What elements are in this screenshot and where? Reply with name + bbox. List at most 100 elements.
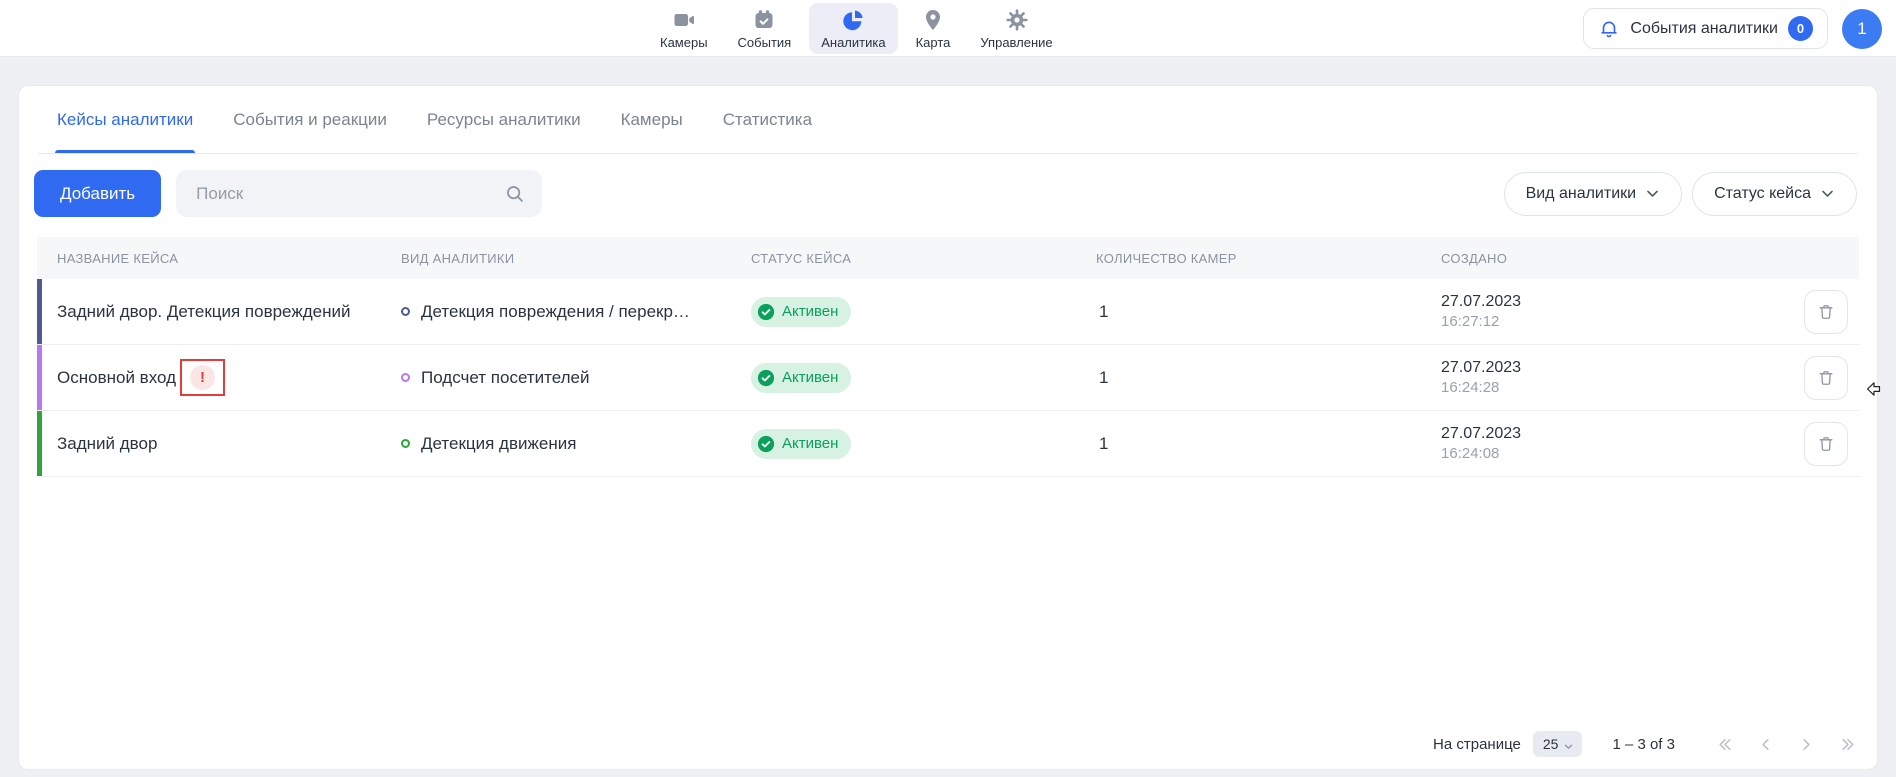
cases-table: НАЗВАНИЕ КЕЙСА ВИД АНАЛИТИКИ СТАТУС КЕЙС…: [37, 237, 1859, 477]
pager-buttons: [1715, 735, 1857, 754]
created-date: 27.07.2023: [1441, 291, 1761, 312]
status-label: Активен: [782, 369, 838, 386]
case-color-bar: [37, 345, 42, 410]
case-color-bar: [37, 279, 42, 344]
created-time: 16:27:12: [1441, 312, 1761, 332]
camera-icon: [672, 8, 696, 32]
tab-cameras[interactable]: Камеры: [621, 110, 683, 153]
tab-analytics-resources[interactable]: Ресурсы аналитики: [427, 110, 581, 153]
check-circle-icon: [757, 369, 775, 387]
check-circle-icon: [757, 303, 775, 321]
search-input[interactable]: [176, 170, 542, 217]
check-circle-icon: [757, 435, 775, 453]
status-badge: Активен: [751, 363, 851, 393]
camera-count: 1: [1099, 368, 1108, 387]
per-page-select[interactable]: 25: [1533, 731, 1583, 757]
events-button-label: События аналитики: [1630, 20, 1778, 38]
trash-icon: [1816, 434, 1836, 454]
case-alert-highlight: !: [180, 359, 225, 396]
mouse-cursor: [1866, 381, 1881, 402]
per-page-value: 25: [1543, 736, 1559, 752]
status-badge: Активен: [751, 297, 851, 327]
pie-chart-icon: [841, 8, 865, 32]
status-badge: Активен: [751, 429, 851, 459]
chevron-down-icon: [1820, 186, 1835, 201]
bell-icon: [1598, 18, 1620, 40]
delete-button[interactable]: [1804, 290, 1848, 334]
nav-label: События: [738, 35, 792, 50]
add-button[interactable]: Добавить: [34, 170, 161, 217]
filter-label: Вид аналитики: [1526, 185, 1637, 203]
col-header-case-name: НАЗВАНИЕ КЕЙСА: [37, 251, 401, 266]
delete-button[interactable]: [1804, 356, 1848, 400]
chevron-down-icon: [1645, 186, 1660, 201]
topbar: Камеры События Аналитика Карта: [0, 0, 1896, 57]
calendar-check-icon: [752, 8, 776, 32]
analytics-type-icon: [401, 307, 410, 316]
created-date: 27.07.2023: [1441, 423, 1761, 444]
events-count-badge: 0: [1788, 16, 1813, 41]
analytics-events-button[interactable]: События аналитики 0: [1583, 8, 1828, 49]
camera-count: 1: [1099, 434, 1108, 453]
trash-icon: [1816, 368, 1836, 388]
analytics-type: Детекция повреждения / перекр…: [421, 302, 690, 322]
tab-analytics-cases[interactable]: Кейсы аналитики: [57, 110, 193, 153]
content-card: Кейсы аналитики События и реакции Ресурс…: [18, 85, 1878, 770]
analytics-type-icon: [401, 439, 410, 448]
topbar-right: События аналитики 0 1: [1583, 8, 1882, 49]
case-name: Задний двор. Детекция повреждений: [57, 302, 350, 322]
filter-analytics-type[interactable]: Вид аналитики: [1504, 172, 1683, 216]
per-page-label: На странице: [1433, 736, 1521, 753]
delete-button[interactable]: [1804, 422, 1848, 466]
gear-icon: [1005, 8, 1029, 32]
case-name: Задний двор: [57, 434, 157, 454]
main-nav: Камеры События Аналитика Карта: [648, 0, 1065, 57]
camera-count: 1: [1099, 302, 1108, 321]
nav-label: Карта: [916, 35, 951, 50]
map-pin-icon: [921, 8, 945, 32]
nav-item-analytics[interactable]: Аналитика: [809, 3, 897, 54]
nav-item-management[interactable]: Управление: [968, 3, 1064, 54]
nav-item-map[interactable]: Карта: [904, 3, 963, 54]
table-row[interactable]: Задний двор. Детекция повреждений ! Дете…: [37, 279, 1859, 345]
nav-item-events[interactable]: События: [726, 3, 804, 54]
col-header-case-status: СТАТУС КЕЙСА: [751, 251, 1096, 266]
table-header: НАЗВАНИЕ КЕЙСА ВИД АНАЛИТИКИ СТАТУС КЕЙС…: [37, 237, 1859, 279]
last-page-button[interactable]: [1838, 735, 1857, 754]
analytics-type: Подсчет посетителей: [421, 368, 589, 388]
toolbar: Добавить Вид аналитики Статус кейса: [34, 170, 1857, 217]
warning-icon: !: [190, 365, 215, 390]
tabs-divider: [38, 153, 1858, 154]
table-row[interactable]: Основной вход ! Подсчет посетителей Акти…: [37, 345, 1859, 411]
nav-item-cameras[interactable]: Камеры: [648, 3, 720, 54]
created-time: 16:24:28: [1441, 378, 1761, 398]
table-row[interactable]: Задний двор ! Детекция движения Активен …: [37, 411, 1859, 477]
trash-icon: [1816, 302, 1836, 322]
search-field: [176, 170, 542, 217]
tabs-row: Кейсы аналитики События и реакции Ресурс…: [19, 86, 1877, 153]
pagination: На странице 25 1 – 3 of 3: [1433, 731, 1857, 757]
next-page-button[interactable]: [1797, 735, 1816, 754]
first-page-button[interactable]: [1715, 735, 1734, 754]
tab-events-reactions[interactable]: События и реакции: [233, 110, 387, 153]
created-time: 16:24:08: [1441, 444, 1761, 464]
created-date: 27.07.2023: [1441, 357, 1761, 378]
search-icon[interactable]: [504, 183, 525, 204]
analytics-type: Детекция движения: [421, 434, 576, 454]
page-range: 1 – 3 of 3: [1612, 736, 1675, 753]
nav-label: Управление: [980, 35, 1052, 50]
tab-statistics[interactable]: Статистика: [723, 110, 812, 153]
analytics-type-icon: [401, 373, 410, 382]
col-header-analytics-type: ВИД АНАЛИТИКИ: [401, 251, 751, 266]
case-name: Основной вход: [57, 368, 176, 388]
prev-page-button[interactable]: [1756, 735, 1775, 754]
avatar[interactable]: 1: [1842, 9, 1882, 49]
table-body: Задний двор. Детекция повреждений ! Дете…: [37, 279, 1859, 477]
status-label: Активен: [782, 303, 838, 320]
filter-case-status[interactable]: Статус кейса: [1692, 172, 1857, 216]
case-color-bar: [37, 411, 42, 476]
nav-label: Камеры: [660, 35, 708, 50]
nav-label: Аналитика: [821, 35, 885, 50]
col-header-camera-count: КОЛИЧЕСТВО КАМЕР: [1096, 251, 1441, 266]
chevron-down-icon: [1563, 739, 1574, 750]
